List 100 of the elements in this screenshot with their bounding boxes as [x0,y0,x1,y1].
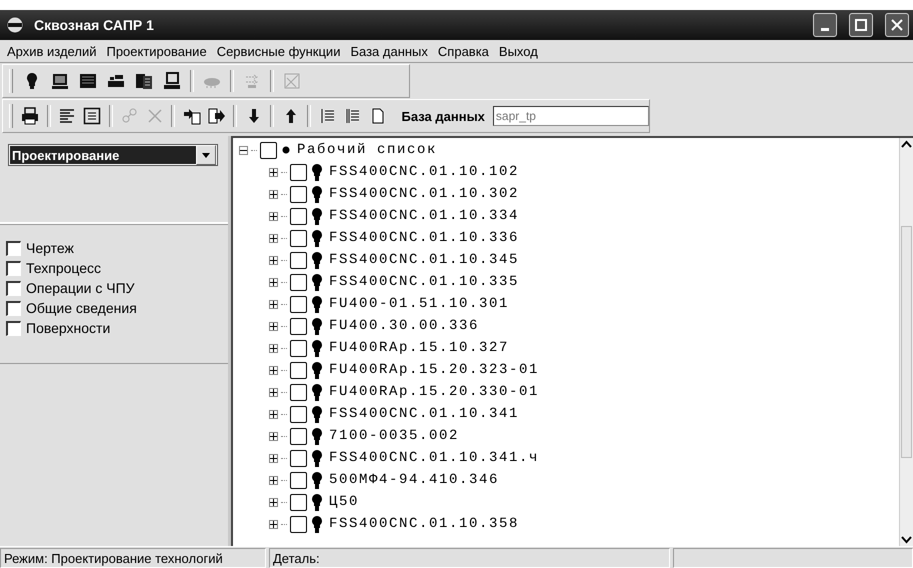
bulb-icon [312,450,322,466]
tree-checkbox[interactable] [290,208,307,224]
tree-item-label[interactable]: FSS400CNC.01.10.335 [329,274,520,290]
bulb-icon [312,208,322,224]
tree-item-label[interactable]: FU400-01.51.10.301 [329,296,510,312]
menu-item[interactable]: Выход [494,44,543,58]
expand-toggle[interactable] [269,410,278,418]
bulb-icon [312,274,322,290]
expand-toggle[interactable] [269,190,278,198]
collapse-toggle[interactable] [239,146,248,154]
tree-item-label[interactable]: FSS400CNC.01.10.341.ч [329,450,540,466]
expand-toggle[interactable] [269,234,278,242]
mode-dropdown[interactable]: Проектирование [8,144,218,166]
close-button[interactable] [885,13,909,37]
maximize-button[interactable] [849,13,873,37]
tree-item-label[interactable]: FSS400CNC.01.10.102 [329,164,520,180]
bulb-icon [312,186,322,202]
checkbox-label: Поверхности [26,320,110,336]
menu-item[interactable]: Проектирование [101,44,212,58]
expand-toggle[interactable] [269,322,278,330]
bulb-icon [312,406,322,422]
tree-checkbox[interactable] [290,318,307,334]
checkbox[interactable] [6,240,21,256]
plus-icon [270,454,277,462]
menu-item[interactable]: Справка [432,44,494,58]
maximize-icon [855,19,867,31]
tree-checkbox[interactable] [290,428,307,444]
tree-checkbox[interactable] [290,230,307,246]
tree-checkbox[interactable] [290,186,307,202]
plus-icon [270,498,277,506]
tree-item-label[interactable]: FSS400CNC.01.10.345 [329,252,520,268]
bulb-icon [312,362,322,378]
expand-toggle[interactable] [269,520,278,528]
tree-item-label[interactable]: FSS400CNC.01.10.341 [329,406,520,422]
tree-checkbox[interactable] [290,274,307,290]
tree-item-label[interactable]: Ц50 [329,494,360,510]
tree-item-label[interactable]: FSS400CNC.01.10.358 [329,516,520,532]
bulb-icon [312,164,322,180]
tree-item-label[interactable]: FSS400CNC.01.10.302 [329,186,520,202]
expand-toggle[interactable] [269,432,278,440]
expand-toggle[interactable] [269,388,278,396]
tree-item-label[interactable]: FU400.30.00.336 [329,318,480,334]
tree-checkbox[interactable] [290,494,307,510]
database-field[interactable]: sapr_tp [492,106,649,126]
plus-icon [270,168,277,176]
tree-item-label[interactable]: FSS400CNC.01.10.336 [329,230,520,246]
plus-icon [270,300,277,308]
checkbox-label: Чертеж [26,240,74,256]
tree-checkbox[interactable] [290,252,307,268]
menu-item[interactable]: Архив изделий [2,44,102,58]
tree-checkbox[interactable] [290,340,307,356]
expand-toggle[interactable] [269,366,278,374]
expand-toggle[interactable] [269,256,278,264]
checkbox[interactable] [6,320,21,336]
tree-checkbox[interactable] [260,142,277,158]
tree-item-label[interactable]: FU400RAp.15.20.330-01 [329,384,540,400]
plus-icon [270,432,277,440]
tree-checkbox[interactable] [290,472,307,488]
expand-toggle[interactable] [269,300,278,308]
bulb-icon [312,494,322,510]
plus-icon [270,476,277,484]
tree-item-label[interactable]: 500МФ4-94.410.346 [329,472,500,488]
expand-toggle[interactable] [269,212,278,220]
minimize-icon [821,28,829,30]
tree-item-label[interactable]: Рабочий список [297,142,438,158]
expand-toggle[interactable] [269,278,278,286]
menu-item[interactable]: База данных [345,44,433,58]
tree-checkbox[interactable] [290,384,307,400]
tree-item-label[interactable]: 7100-0035.002 [329,428,460,444]
checkbox[interactable] [6,260,21,276]
checkbox[interactable] [6,300,21,316]
menu-item[interactable]: Сервисные функции [212,44,346,58]
plus-icon [270,366,277,374]
tree-checkbox[interactable] [290,296,307,312]
tree-checkbox[interactable] [290,516,307,532]
tree-item-label[interactable]: FU400RAp.15.20.323-01 [329,362,540,378]
tree-item-label[interactable]: FU400RAp.15.10.327 [329,340,510,356]
expand-toggle[interactable] [269,498,278,506]
bulb-icon [312,472,322,488]
expand-toggle[interactable] [269,454,278,462]
tree-checkbox[interactable] [290,164,307,180]
tree-item-label[interactable]: FSS400CNC.01.10.334 [329,208,520,224]
checkbox-label: Общие сведения [26,300,137,316]
expand-toggle[interactable] [269,476,278,484]
expand-toggle[interactable] [269,168,278,176]
plus-icon [270,212,277,220]
checkbox-label: Техпроцесс [26,260,102,276]
checkbox[interactable] [6,280,21,296]
bulb-icon [312,252,322,268]
plus-icon [270,234,277,242]
tree-checkbox[interactable] [290,450,307,466]
status-text: Режим: Проектирование технологий [0,548,266,568]
checkbox-label: Операции с ЧПУ [26,280,135,296]
tree-checkbox[interactable] [290,362,307,378]
minimize-button[interactable] [813,13,837,37]
plus-icon [270,322,277,330]
caret-icon [202,152,210,158]
tree-checkbox[interactable] [290,406,307,422]
scrollbar-thumb[interactable] [901,226,912,458]
expand-toggle[interactable] [269,344,278,352]
